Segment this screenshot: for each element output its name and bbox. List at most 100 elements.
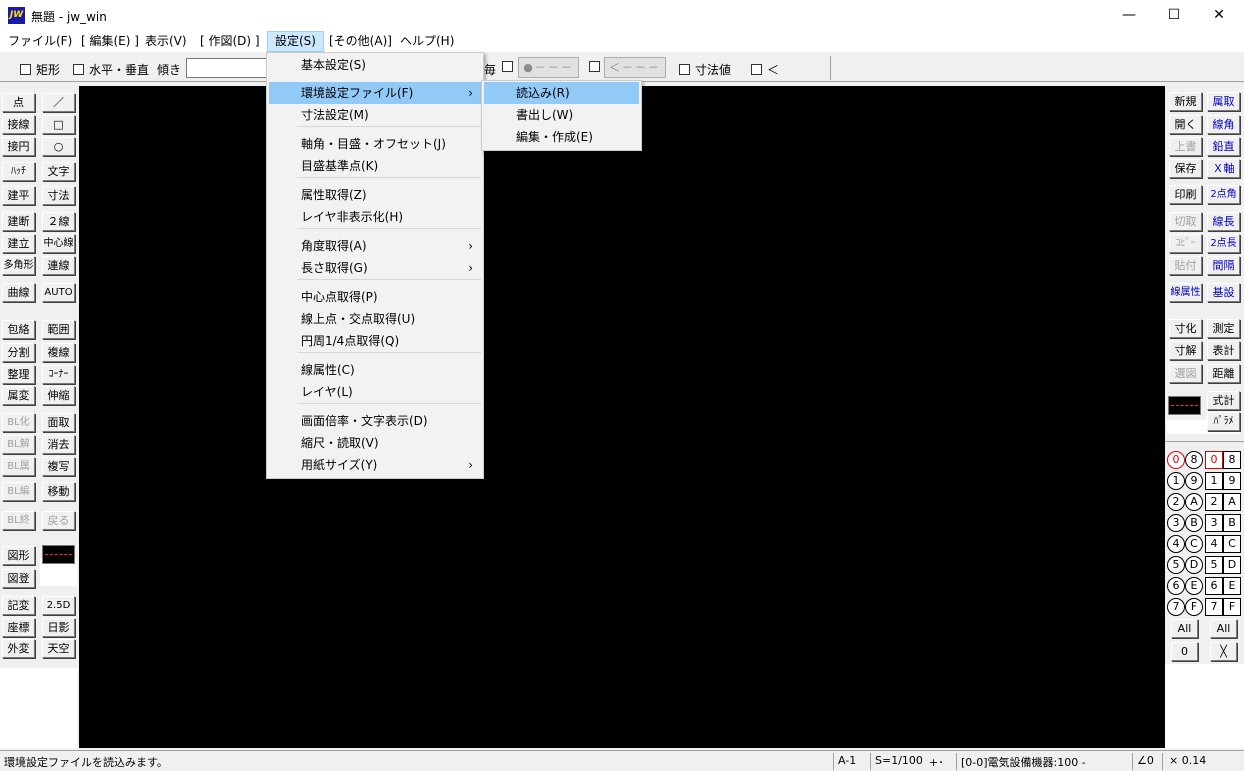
layer-group-button[interactable]: F xyxy=(1185,598,1203,616)
tool-button-right[interactable]: 複写 xyxy=(42,457,75,476)
tool-button-right[interactable]: 寸法 xyxy=(42,186,75,205)
tool-button-left[interactable]: 切取 xyxy=(1169,212,1202,231)
layer-group-button[interactable]: 9 xyxy=(1185,472,1203,490)
tool-button-left[interactable]: 建断 xyxy=(2,212,35,231)
paper-size[interactable]: A-1 xyxy=(838,754,856,767)
tool-button-left[interactable]: 整理 xyxy=(2,365,35,384)
checkbox-box[interactable] xyxy=(502,61,513,72)
env-submenu-item[interactable]: 読込み(R) xyxy=(484,82,639,104)
tool-button-left[interactable]: 図形 xyxy=(2,546,35,565)
all-layers-button[interactable]: All xyxy=(1210,619,1237,638)
layer-button[interactable]: A xyxy=(1223,493,1241,511)
angle-input[interactable] xyxy=(186,58,268,78)
arrow-line-button[interactable]: ＜－－－－ xyxy=(604,57,666,93)
tool-button-right[interactable]: AUTO xyxy=(42,283,75,302)
layer-group-button[interactable]: E xyxy=(1185,577,1203,595)
layer-group-button[interactable]: B xyxy=(1185,514,1203,532)
tool-button-left[interactable]: 属変 xyxy=(2,386,35,405)
layer-group-button[interactable]: C xyxy=(1185,535,1203,553)
settings-menu-item[interactable]: 目盛基準点(K) xyxy=(269,155,481,177)
tool-button-right[interactable]: 文字 xyxy=(42,162,75,181)
tool-button-right[interactable]: □ xyxy=(42,115,75,134)
tool-button-left[interactable]: 接線 xyxy=(2,115,35,134)
checkbox-box[interactable] xyxy=(679,64,690,75)
dim-value-checkbox[interactable]: 寸法値 xyxy=(679,61,731,78)
settings-menu-item[interactable]: 寸法設定(M) xyxy=(269,104,481,126)
tool-button-left[interactable]: 分割 xyxy=(2,343,35,362)
tool-button-left[interactable]: 記変 xyxy=(2,596,35,615)
tool-button-right[interactable]: 中心線 xyxy=(42,234,75,253)
settings-menu-item[interactable]: 長さ取得(G) › xyxy=(269,257,481,279)
all-layer-groups-button[interactable]: All xyxy=(1171,619,1198,638)
layer-button[interactable]: 1 xyxy=(1205,472,1223,490)
tool-button-right[interactable]: ○ xyxy=(42,137,75,156)
settings-menu-item[interactable]: 画面倍率・文字表示(D) xyxy=(269,410,481,432)
horiz-vert-checkbox[interactable]: 水平・垂直 xyxy=(73,61,149,78)
menu-draw[interactable]: [ 作図(D) ] xyxy=(193,31,267,52)
tool-button-left[interactable]: 寸解 xyxy=(1169,341,1202,360)
tool-button-right[interactable]: 鉛直 xyxy=(1207,137,1240,156)
rect-checkbox[interactable]: 矩形 xyxy=(20,61,60,78)
settings-menu-item[interactable]: 用紙サイズ(Y) › xyxy=(269,454,481,476)
tool-button-left[interactable]: 上書 xyxy=(1169,137,1202,156)
layer-cross-button[interactable]: ╳ xyxy=(1210,642,1237,661)
tool-button-left[interactable]: 接円 xyxy=(2,137,35,156)
tool-button-left[interactable]: 座標 xyxy=(2,618,35,637)
tool-button-right[interactable]: 戻る xyxy=(42,511,75,530)
layer-group-button[interactable]: 8 xyxy=(1185,451,1203,469)
settings-menu-item[interactable]: レイヤ非表示化(H) xyxy=(269,206,481,228)
checkbox-box[interactable] xyxy=(751,64,762,75)
menu-help[interactable]: ヘルプ(H) xyxy=(393,31,461,52)
dot-line-button[interactable]: ●－－－ xyxy=(518,57,579,78)
tool-button-left[interactable]: 貼付 xyxy=(1169,256,1202,275)
layer-group-button[interactable]: 7 xyxy=(1167,598,1185,616)
tool-button-right[interactable]: ２線 xyxy=(42,212,75,231)
layer-group-button[interactable]: 5 xyxy=(1167,556,1185,574)
tool-button-left[interactable]: BL化 xyxy=(2,413,35,432)
menu-edit[interactable]: [ 編集(E) ] xyxy=(74,31,146,52)
tool-button-right[interactable]: 複線 xyxy=(42,343,75,362)
tool-button-left[interactable]: BL解 xyxy=(2,435,35,454)
layer-button[interactable]: 0 xyxy=(1205,451,1223,469)
tool-button-left[interactable]: 選図 xyxy=(1169,364,1202,383)
tool-button-left[interactable]: 線属性 xyxy=(1169,283,1202,302)
layer-group-button[interactable]: 3 xyxy=(1167,514,1185,532)
minimize-button[interactable]: — xyxy=(1106,0,1152,31)
tool-button-right[interactable]: 範囲 xyxy=(42,320,75,339)
settings-menu-item[interactable]: 軸角・目盛・オフセット(J) xyxy=(269,133,481,155)
layer-button[interactable]: C xyxy=(1223,535,1241,553)
menu-file[interactable]: ファイル(F) xyxy=(1,31,79,52)
layer-button[interactable]: 6 xyxy=(1205,577,1223,595)
lt-checkbox[interactable]: ＜ xyxy=(751,61,779,78)
layer-button[interactable]: 4 xyxy=(1205,535,1223,553)
settings-menu-item[interactable]: 基本設定(S) xyxy=(269,54,481,76)
layer-indicator[interactable]: [0-0]電気設備機器:100 - xyxy=(961,754,1086,770)
drawing-canvas[interactable] xyxy=(79,86,1165,748)
layer-group-button[interactable]: 4 xyxy=(1167,535,1185,553)
tool-button-right[interactable]: 測定 xyxy=(1207,319,1240,338)
tool-button-right[interactable]: Ｘ軸 xyxy=(1207,159,1240,178)
env-submenu-item[interactable]: 書出し(W) xyxy=(484,104,639,126)
tool-button-right[interactable]: 連線 xyxy=(42,256,75,275)
tool-button-right[interactable]: 天空 xyxy=(42,639,75,658)
layer-group-button[interactable]: 1 xyxy=(1167,472,1185,490)
tool-button-right[interactable]: ／ xyxy=(42,93,75,112)
tool-button-right[interactable]: 線長 xyxy=(1207,212,1240,231)
tool-button-left[interactable]: 図登 xyxy=(2,569,35,588)
layer-group-button[interactable]: 2 xyxy=(1167,493,1185,511)
layer-zero-button[interactable]: 0 xyxy=(1171,642,1198,661)
dot-line-checkbox[interactable] xyxy=(502,61,518,72)
tool-button-left[interactable]: 多角形 xyxy=(2,256,35,275)
layer-button[interactable]: 3 xyxy=(1205,514,1223,532)
layer-button[interactable]: E xyxy=(1223,577,1241,595)
layer-group-button[interactable]: 6 xyxy=(1167,577,1185,595)
tool-button-left[interactable]: 建立 xyxy=(2,234,35,253)
settings-menu-item[interactable]: 中心点取得(P) xyxy=(269,286,481,308)
tool-button-right[interactable]: 基設 xyxy=(1207,283,1240,302)
layer-group-button[interactable]: A xyxy=(1185,493,1203,511)
tool-button-left[interactable]: 外変 xyxy=(2,639,35,658)
settings-menu-item[interactable]: 線属性(C) xyxy=(269,359,481,381)
settings-menu-item[interactable]: 属性取得(Z) xyxy=(269,184,481,206)
tool-button-right[interactable]: 日影 xyxy=(42,618,75,637)
layer-button[interactable]: 9 xyxy=(1223,472,1241,490)
